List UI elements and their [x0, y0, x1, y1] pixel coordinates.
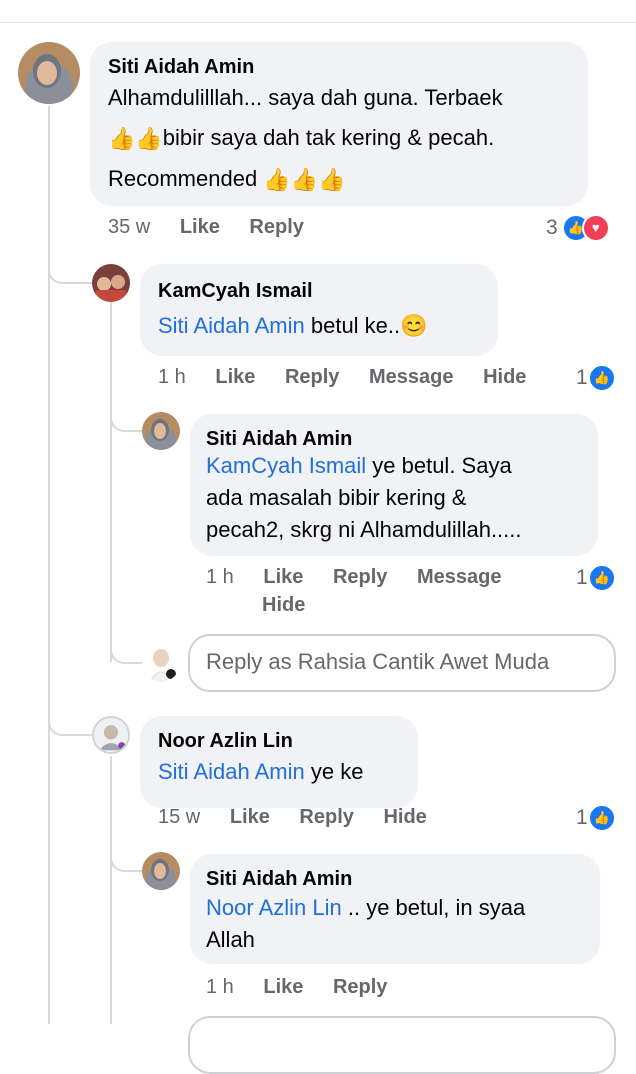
like-button[interactable]: Like [263, 566, 303, 588]
thread-elbow-4 [48, 700, 92, 736]
reaction-count: 1 [576, 566, 588, 589]
thread-elbow-5 [110, 838, 144, 872]
comment-text-span: .. ye betul, in syaa [341, 895, 526, 920]
comment-text-line: Recommended 👍👍👍 [108, 159, 588, 200]
thread-elbow-2 [110, 398, 144, 432]
reply-button[interactable]: Reply [333, 976, 387, 998]
thread-elbow-3 [110, 630, 144, 664]
comment-actions-wrap: Hide [262, 594, 305, 617]
reply-button[interactable]: Reply [333, 566, 387, 588]
comment-text-span: ye betul. Saya [366, 453, 512, 478]
comment-text-line: KamCyah Ismail ye betul. Saya [206, 450, 522, 482]
hide-button[interactable]: Hide [262, 594, 305, 616]
comment-actions: 1 h Like Reply Message [206, 566, 502, 589]
thread-elbow-1 [48, 250, 92, 284]
comment-actions: 15 w Like Reply Hide [158, 806, 427, 829]
message-button[interactable]: Message [369, 366, 454, 388]
thread-line-sub-1 [110, 302, 112, 662]
reaction-count: 1 [576, 806, 588, 829]
comment-text-line: ada masalah bibir kering & [206, 485, 467, 510]
reply-button[interactable]: Reply [285, 366, 339, 388]
comment-actions: 1 h Like Reply [206, 976, 387, 999]
hide-button[interactable]: Hide [383, 806, 426, 828]
comment-text: Siti Aidah Amin betul ke..😊 [158, 306, 428, 346]
mention-link[interactable]: KamCyah Ismail [206, 453, 366, 478]
comment-text-line: Alhamdulilllah... saya dah guna. Terbaek [108, 85, 503, 110]
comment-actions: 1 h Like Reply Message Hide [158, 366, 526, 389]
avatar[interactable] [18, 42, 80, 104]
avatar[interactable] [92, 264, 130, 302]
reaction-summary[interactable]: 3 👍 ♥ [546, 214, 610, 242]
comment-text: Siti Aidah Amin ye ke [158, 752, 363, 792]
mention-link[interactable]: Noor Azlin Lin [206, 895, 342, 920]
top-divider [0, 22, 636, 23]
comment-text-line: 👍👍bibir saya dah tak kering & pecah. [108, 118, 588, 159]
reaction-count: 3 [546, 216, 558, 239]
comment-author[interactable]: KamCyah Ismail [158, 280, 313, 303]
comment-author[interactable]: Siti Aidah Amin [206, 428, 352, 451]
comment-text: Noor Azlin Lin .. ye betul, in syaa Alla… [206, 892, 525, 956]
reply-button[interactable]: Reply [249, 216, 303, 238]
mention-link[interactable]: Siti Aidah Amin [158, 759, 305, 784]
like-button[interactable]: Like [263, 976, 303, 998]
reaction-count: 1 [576, 366, 588, 389]
like-button[interactable]: Like [180, 216, 220, 238]
comment-author[interactable]: Siti Aidah Amin [206, 868, 352, 891]
comment-author[interactable]: Siti Aidah Amin [108, 56, 254, 79]
thread-line-main [48, 106, 50, 1024]
comment-text-line: Allah [206, 927, 255, 952]
like-icon: 👍 [587, 364, 616, 392]
timestamp[interactable]: 1 h [206, 566, 234, 588]
like-icon: 👍 [587, 804, 616, 832]
reaction-summary[interactable]: 1 👍 [576, 804, 616, 832]
love-icon: ♥ [581, 214, 610, 242]
reply-input-partial[interactable] [188, 1016, 616, 1074]
like-icon: 👍 [587, 564, 616, 592]
comment-text-line: pecah2, skrg ni Alhamdulillah..... [206, 517, 522, 542]
reply-button[interactable]: Reply [299, 806, 353, 828]
avatar[interactable] [142, 412, 180, 450]
page-avatar [142, 644, 180, 682]
avatar[interactable] [142, 852, 180, 890]
like-button[interactable]: Like [215, 366, 255, 388]
comment-author[interactable]: Noor Azlin Lin [158, 730, 293, 753]
comment-text-span: Recommended [108, 166, 264, 192]
comment-actions: 35 w Like Reply [108, 216, 304, 239]
timestamp[interactable]: 1 h [158, 366, 186, 388]
avatar[interactable] [92, 716, 130, 754]
smile-emoji: 😊 [400, 313, 428, 338]
hide-button[interactable]: Hide [483, 366, 526, 388]
reaction-summary[interactable]: 1 👍 [576, 564, 616, 592]
timestamp[interactable]: 35 w [108, 216, 150, 238]
reaction-summary[interactable]: 1 👍 [576, 364, 616, 392]
comment-text-line: Noor Azlin Lin .. ye betul, in syaa [206, 892, 525, 924]
comment-text-span: betul ke.. [304, 313, 401, 338]
timestamp[interactable]: 15 w [158, 806, 200, 828]
thumbs-up-emoji: 👍👍👍 [263, 167, 346, 193]
comment-text: Alhamdulilllah... saya dah guna. Terbaek… [108, 78, 588, 200]
reply-input[interactable]: Reply as Rahsia Cantik Awet Muda [188, 634, 616, 692]
comment-text: KamCyah Ismail ye betul. Saya ada masala… [206, 450, 522, 546]
thread-line-sub-2 [110, 756, 112, 1024]
timestamp[interactable]: 1 h [206, 976, 234, 998]
message-button[interactable]: Message [417, 566, 502, 588]
comment-text-span: bibir saya dah tak kering & pecah. [162, 125, 495, 150]
thumbs-up-emoji: 👍👍 [108, 126, 163, 152]
comment-text-span: ye ke [304, 759, 364, 784]
like-button[interactable]: Like [230, 806, 270, 828]
mention-link[interactable]: Siti Aidah Amin [158, 313, 305, 338]
